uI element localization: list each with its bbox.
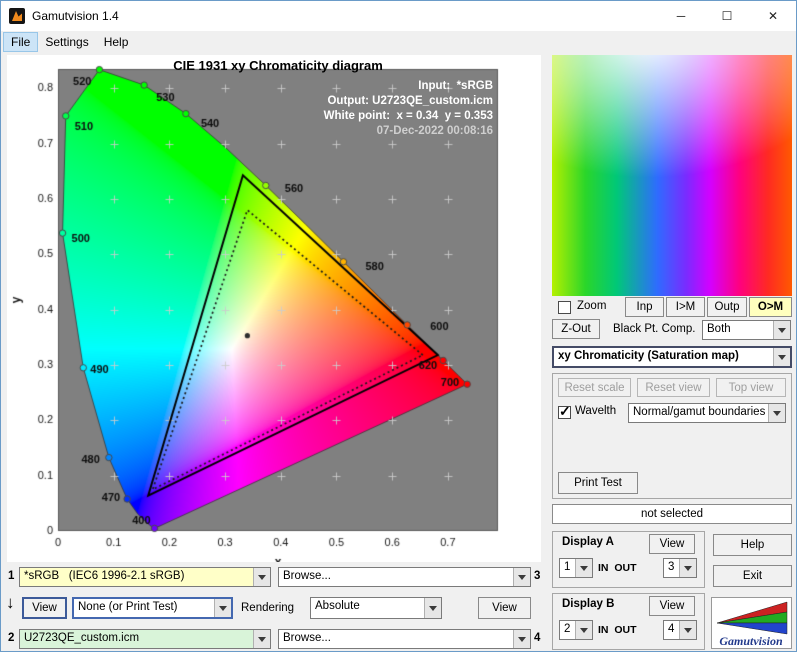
display-a-out-select[interactable]: 3 (663, 558, 697, 578)
black-pt-comp-label: Black Pt. Comp. (613, 323, 696, 335)
rendering-intent-select[interactable]: Absolute (310, 597, 442, 619)
z-out-button[interactable]: Z-Out (552, 319, 600, 339)
browse-output-value: Browse... (283, 632, 331, 644)
black-pt-comp-value: Both (707, 323, 731, 335)
help-button[interactable]: Help (713, 534, 792, 556)
selection-status: not selected (552, 504, 792, 524)
menu-settings[interactable]: Settings (38, 33, 95, 51)
chevron-down-icon[interactable] (513, 630, 530, 648)
chromaticity-chart-panel: CIE 1931 xy Chromaticity diagram Input: … (7, 55, 541, 562)
chevron-down-icon[interactable] (575, 559, 592, 577)
wavelth-label: Wavelth (575, 405, 617, 417)
browse-output-select[interactable]: Browse... (278, 629, 531, 649)
view-output-button[interactable]: View (478, 597, 531, 619)
logo-text: Gamutvision (719, 634, 783, 648)
chevron-down-icon[interactable] (768, 404, 785, 422)
wavelth-mode-value: Normal/gamut boundaries (633, 406, 766, 418)
chevron-down-icon[interactable] (773, 348, 790, 366)
titlebar: Gamutvision 1.4 ─ ☐ ✕ (1, 1, 796, 31)
chart-info-block: Input: *sRGB Output: U2723QE_custom.icm … (187, 79, 493, 139)
chart-info-input: Input: *sRGB (418, 80, 493, 92)
reset-scale-button[interactable]: Reset scale (558, 378, 631, 397)
browse-input-value: Browse... (283, 570, 331, 582)
input-profile-value: *sRGB (IEC6 1996-2.1 sRGB) (20, 568, 253, 586)
display-b-in-value: 2 (564, 623, 571, 635)
display-b-in-select[interactable]: 2 (559, 620, 593, 640)
outp-button[interactable]: Outp (707, 297, 747, 317)
chart-info-output: Output: U2723QE_custom.icm (327, 95, 493, 107)
maximize-button[interactable]: ☐ (704, 1, 750, 31)
chevron-down-icon[interactable] (253, 568, 270, 586)
row-index-2-label: 2 (8, 632, 15, 644)
minimize-button[interactable]: ─ (658, 1, 704, 31)
gamutvision-window: Gamutvision 1.4 ─ ☐ ✕ File Settings Help… (0, 0, 797, 652)
chart-info-whitepoint: White point: x = 0.34 y = 0.353 (323, 110, 493, 122)
rendering-intent-value: Absolute (315, 600, 360, 612)
inp-button[interactable]: Inp (625, 297, 664, 317)
display-a-inout-label: IN OUT (598, 562, 637, 574)
menu-help[interactable]: Help (97, 33, 136, 51)
print-test-select-value: None (or Print Test) (78, 601, 178, 613)
output-profile-value: U2723QE_custom.icm (20, 630, 253, 648)
input-to-monitor-button[interactable]: I>M (666, 297, 705, 317)
wavelth-checkbox[interactable] (558, 403, 571, 420)
output-profile-select[interactable]: U2723QE_custom.icm (19, 629, 271, 649)
print-test-select[interactable]: None (or Print Test) (72, 597, 233, 619)
chart-title: CIE 1931 xy Chromaticity diagram (173, 58, 383, 73)
saturation-map-image (552, 55, 792, 296)
display-a-in-select[interactable]: 1 (559, 558, 593, 578)
chevron-down-icon[interactable] (773, 321, 790, 339)
view-input-button[interactable]: View (22, 597, 67, 619)
row-index-4-label: 4 (534, 632, 541, 644)
print-test-button[interactable]: Print Test (558, 472, 638, 494)
window-controls: ─ ☐ ✕ (658, 1, 796, 31)
app-icon (9, 8, 25, 24)
rendering-label: Rendering (241, 602, 295, 614)
display-a-view-button[interactable]: View (649, 534, 695, 554)
zoom-label: Zoom (577, 300, 607, 312)
top-view-button[interactable]: Top view (716, 378, 786, 397)
flow-down-arrow-icon: ↓ (6, 593, 15, 612)
close-button[interactable]: ✕ (750, 1, 796, 31)
chevron-down-icon[interactable] (679, 559, 696, 577)
zoom-checkbox[interactable] (558, 301, 571, 314)
chart-info-date: 07-Dec-2022 00:08:16 (376, 125, 493, 137)
display-b-view-button[interactable]: View (649, 596, 695, 616)
menu-file[interactable]: File (2, 32, 39, 52)
display-b-out-value: 4 (668, 623, 675, 635)
chevron-down-icon[interactable] (253, 630, 270, 648)
window-title: Gamutvision 1.4 (32, 9, 119, 23)
gamutvision-logo: Gamutvision (711, 597, 792, 649)
reset-view-button[interactable]: Reset view (637, 378, 710, 397)
display-a-out-value: 3 (668, 561, 675, 573)
view-mode-value: xy Chromaticity (Saturation map) (558, 350, 739, 362)
chevron-down-icon[interactable] (513, 568, 530, 586)
row-index-1-label: 1 (8, 570, 15, 582)
output-to-monitor-button[interactable]: O>M (749, 297, 792, 317)
display-a-title: Display A (562, 536, 614, 548)
chevron-down-icon[interactable] (424, 598, 441, 618)
display-b-out-select[interactable]: 4 (663, 620, 697, 640)
display-b-title: Display B (562, 598, 615, 610)
exit-button[interactable]: Exit (713, 565, 792, 587)
display-b-inout-label: IN OUT (598, 624, 637, 636)
chevron-down-icon[interactable] (679, 621, 696, 639)
browse-input-select[interactable]: Browse... (278, 567, 531, 587)
wavelth-mode-select[interactable]: Normal/gamut boundaries (628, 403, 786, 423)
row-index-3-label: 3 (534, 570, 541, 582)
chevron-down-icon[interactable] (575, 621, 592, 639)
display-a-in-value: 1 (564, 561, 571, 573)
menubar: File Settings Help (1, 31, 796, 53)
chevron-down-icon[interactable] (214, 599, 231, 617)
view-mode-select[interactable]: xy Chromaticity (Saturation map) (552, 346, 792, 368)
input-profile-select[interactable]: *sRGB (IEC6 1996-2.1 sRGB) (19, 567, 271, 587)
black-pt-comp-select[interactable]: Both (702, 320, 791, 340)
